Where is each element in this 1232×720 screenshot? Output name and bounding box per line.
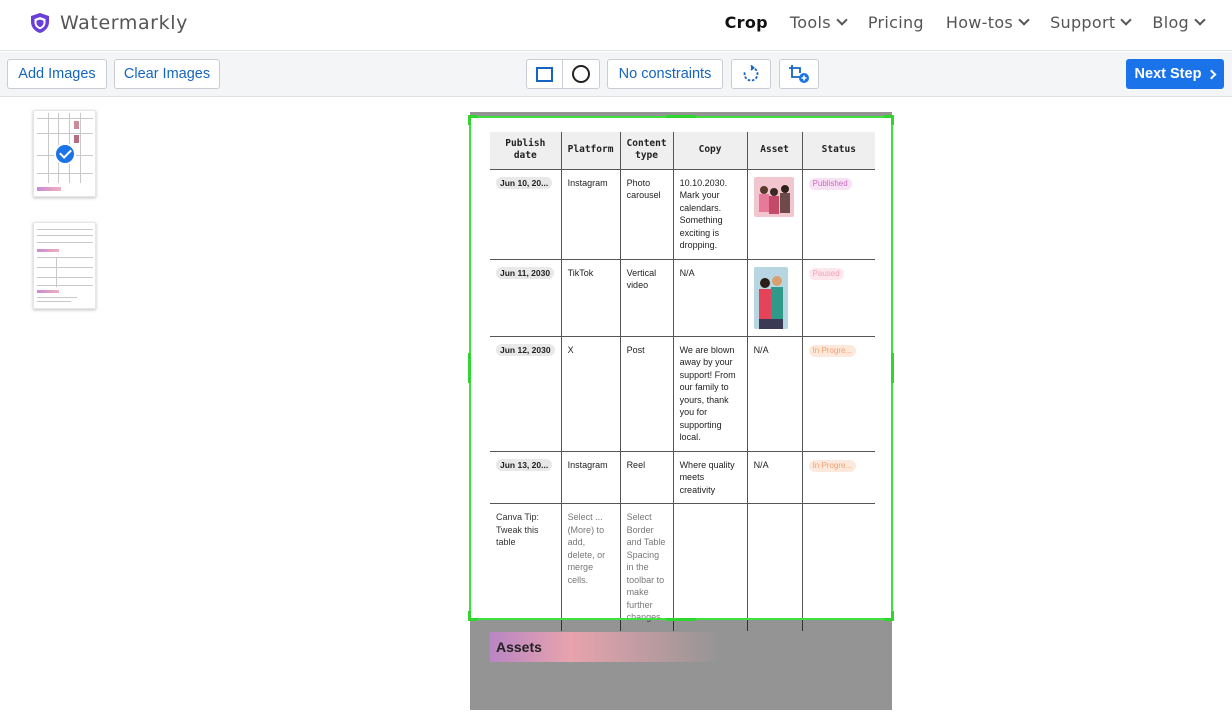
crop-handle-bottom[interactable] [666,618,696,621]
thumb-photo [74,121,79,129]
rotate-button[interactable] [731,59,771,89]
chevron-down-icon [1120,14,1133,26]
crop-toolbar: Add Images Clear Images No constraints N… [0,52,1232,97]
thumb-rule [80,113,81,183]
rotate-icon [743,65,759,82]
thumb-rule [37,301,71,302]
thumb-heading-bar [37,290,59,293]
nav-label: Tools [789,13,831,32]
thumb-rule [37,297,77,298]
crop-handle-top[interactable] [666,115,696,118]
crop-plus-icon [789,65,809,83]
top-navbar: Watermarkly Crop Tools Pricing How-tos S… [0,0,1232,51]
nav-blog[interactable]: Blog [1152,13,1206,32]
nav-label: Support [1050,13,1116,32]
nav-label: Blog [1152,13,1189,32]
aspect-constraints-dropdown[interactable]: No constraints [607,59,723,89]
brand-logo[interactable]: Watermarkly [30,12,188,34]
thumb-rule [56,257,57,287]
brand-name: Watermarkly [60,12,188,34]
crop-handle-top-right[interactable] [884,115,894,125]
crop-handle-bottom-right[interactable] [884,611,894,621]
thumb-rule [37,267,93,268]
rectangle-shape-button[interactable] [527,60,563,88]
nav-label: Crop [724,13,768,32]
thumb-heading-bar [37,249,59,252]
selected-check-icon [54,143,76,165]
image-thumbnail-2[interactable] [33,222,96,309]
crop-add-button[interactable] [779,59,819,89]
circle-icon [572,65,590,83]
chevron-right-icon [1206,69,1217,79]
thumb-rule [48,113,49,183]
image-thumbnail-1[interactable] [33,110,96,197]
nav-support[interactable]: Support [1050,13,1133,32]
crop-frame[interactable] [469,116,893,620]
clear-images-button[interactable]: Clear Images [114,59,220,89]
main-menu: Crop Tools Pricing How-tos Support Blog [725,13,1206,32]
thumb-rule [37,257,93,258]
thumb-rule [37,277,93,278]
crop-handle-top-left[interactable] [468,115,478,125]
thumb-rule [37,285,93,286]
crop-handle-right[interactable] [891,353,894,383]
thumb-rule [37,242,93,243]
crop-shape-toggle [526,59,600,89]
chevron-down-icon [1194,14,1206,26]
thumb-photo [74,135,79,143]
next-step-button[interactable]: Next Step [1126,59,1224,89]
chevron-down-icon [1018,14,1030,26]
chevron-down-icon [836,14,848,26]
thumb-rule [37,173,93,174]
nav-label: How-tos [945,13,1014,32]
circle-shape-button[interactable] [563,60,599,88]
shield-icon [31,13,49,33]
thumb-assets-bar [37,187,61,191]
nav-tools[interactable]: Tools [789,13,848,32]
crop-handle-bottom-left[interactable] [468,611,478,621]
assets-heading: Assets [490,632,720,662]
thumb-rule [37,118,93,119]
thumb-rule [37,133,93,134]
next-step-label: Next Step [1134,66,1202,82]
thumb-rule [37,229,93,230]
nav-label: Pricing [867,13,924,32]
add-images-button[interactable]: Add Images [7,59,107,89]
nav-pricing[interactable]: Pricing [868,13,924,32]
square-icon [536,66,553,82]
nav-how-tos[interactable]: How-tos [945,13,1030,32]
thumb-rule [37,235,93,236]
crop-handle-left[interactable] [468,353,471,383]
nav-crop[interactable]: Crop [725,13,768,32]
